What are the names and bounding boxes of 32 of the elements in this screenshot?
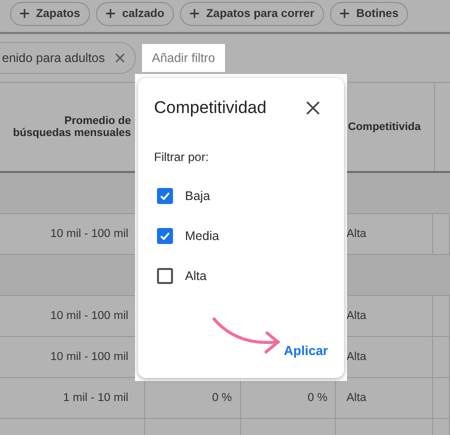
keyword-chip[interactable]: Botines xyxy=(330,2,408,26)
keyword-chip[interactable]: calzado xyxy=(96,2,174,26)
table-cell: 10 mil - 100 mil xyxy=(50,310,128,322)
table-cell: Alta xyxy=(346,392,366,404)
check-icon xyxy=(159,230,171,242)
plus-icon xyxy=(190,9,200,18)
checkbox[interactable] xyxy=(157,188,173,204)
keyword-chip[interactable]: Zapatos xyxy=(10,2,90,26)
checkbox[interactable] xyxy=(157,228,173,244)
check-icon xyxy=(159,190,171,202)
table-cell: Alta xyxy=(346,228,366,240)
table-cell: 10 mil - 100 mil xyxy=(50,351,128,363)
close-icon[interactable] xyxy=(306,100,320,114)
plus-icon xyxy=(340,9,350,18)
plus-icon xyxy=(20,9,29,18)
filter-chip[interactable]: enido para adultos xyxy=(0,42,136,74)
option-label: Alta xyxy=(185,268,207,282)
table-cell: 1 mil - 10 mil xyxy=(63,392,128,404)
plus-icon xyxy=(106,9,116,18)
dialog-title: Competitividad xyxy=(154,98,266,118)
table-cell: 0 % xyxy=(212,392,232,404)
option-label: Media xyxy=(185,228,220,242)
table-cell: Alta xyxy=(346,310,366,322)
add-filter-button[interactable]: Añadir filtro xyxy=(142,44,226,72)
table-cell: 10 mil - 100 mil xyxy=(50,228,128,240)
apply-button[interactable]: Aplicar xyxy=(284,342,328,364)
table-cell: Alta xyxy=(346,351,366,363)
checkbox[interactable] xyxy=(157,268,173,284)
keyword-chip[interactable]: Zapatos para correr xyxy=(180,2,324,26)
table-cell: 0 % xyxy=(308,392,328,404)
filter-label: Filtrar por: xyxy=(154,150,210,164)
option-label: Baja xyxy=(185,188,210,202)
